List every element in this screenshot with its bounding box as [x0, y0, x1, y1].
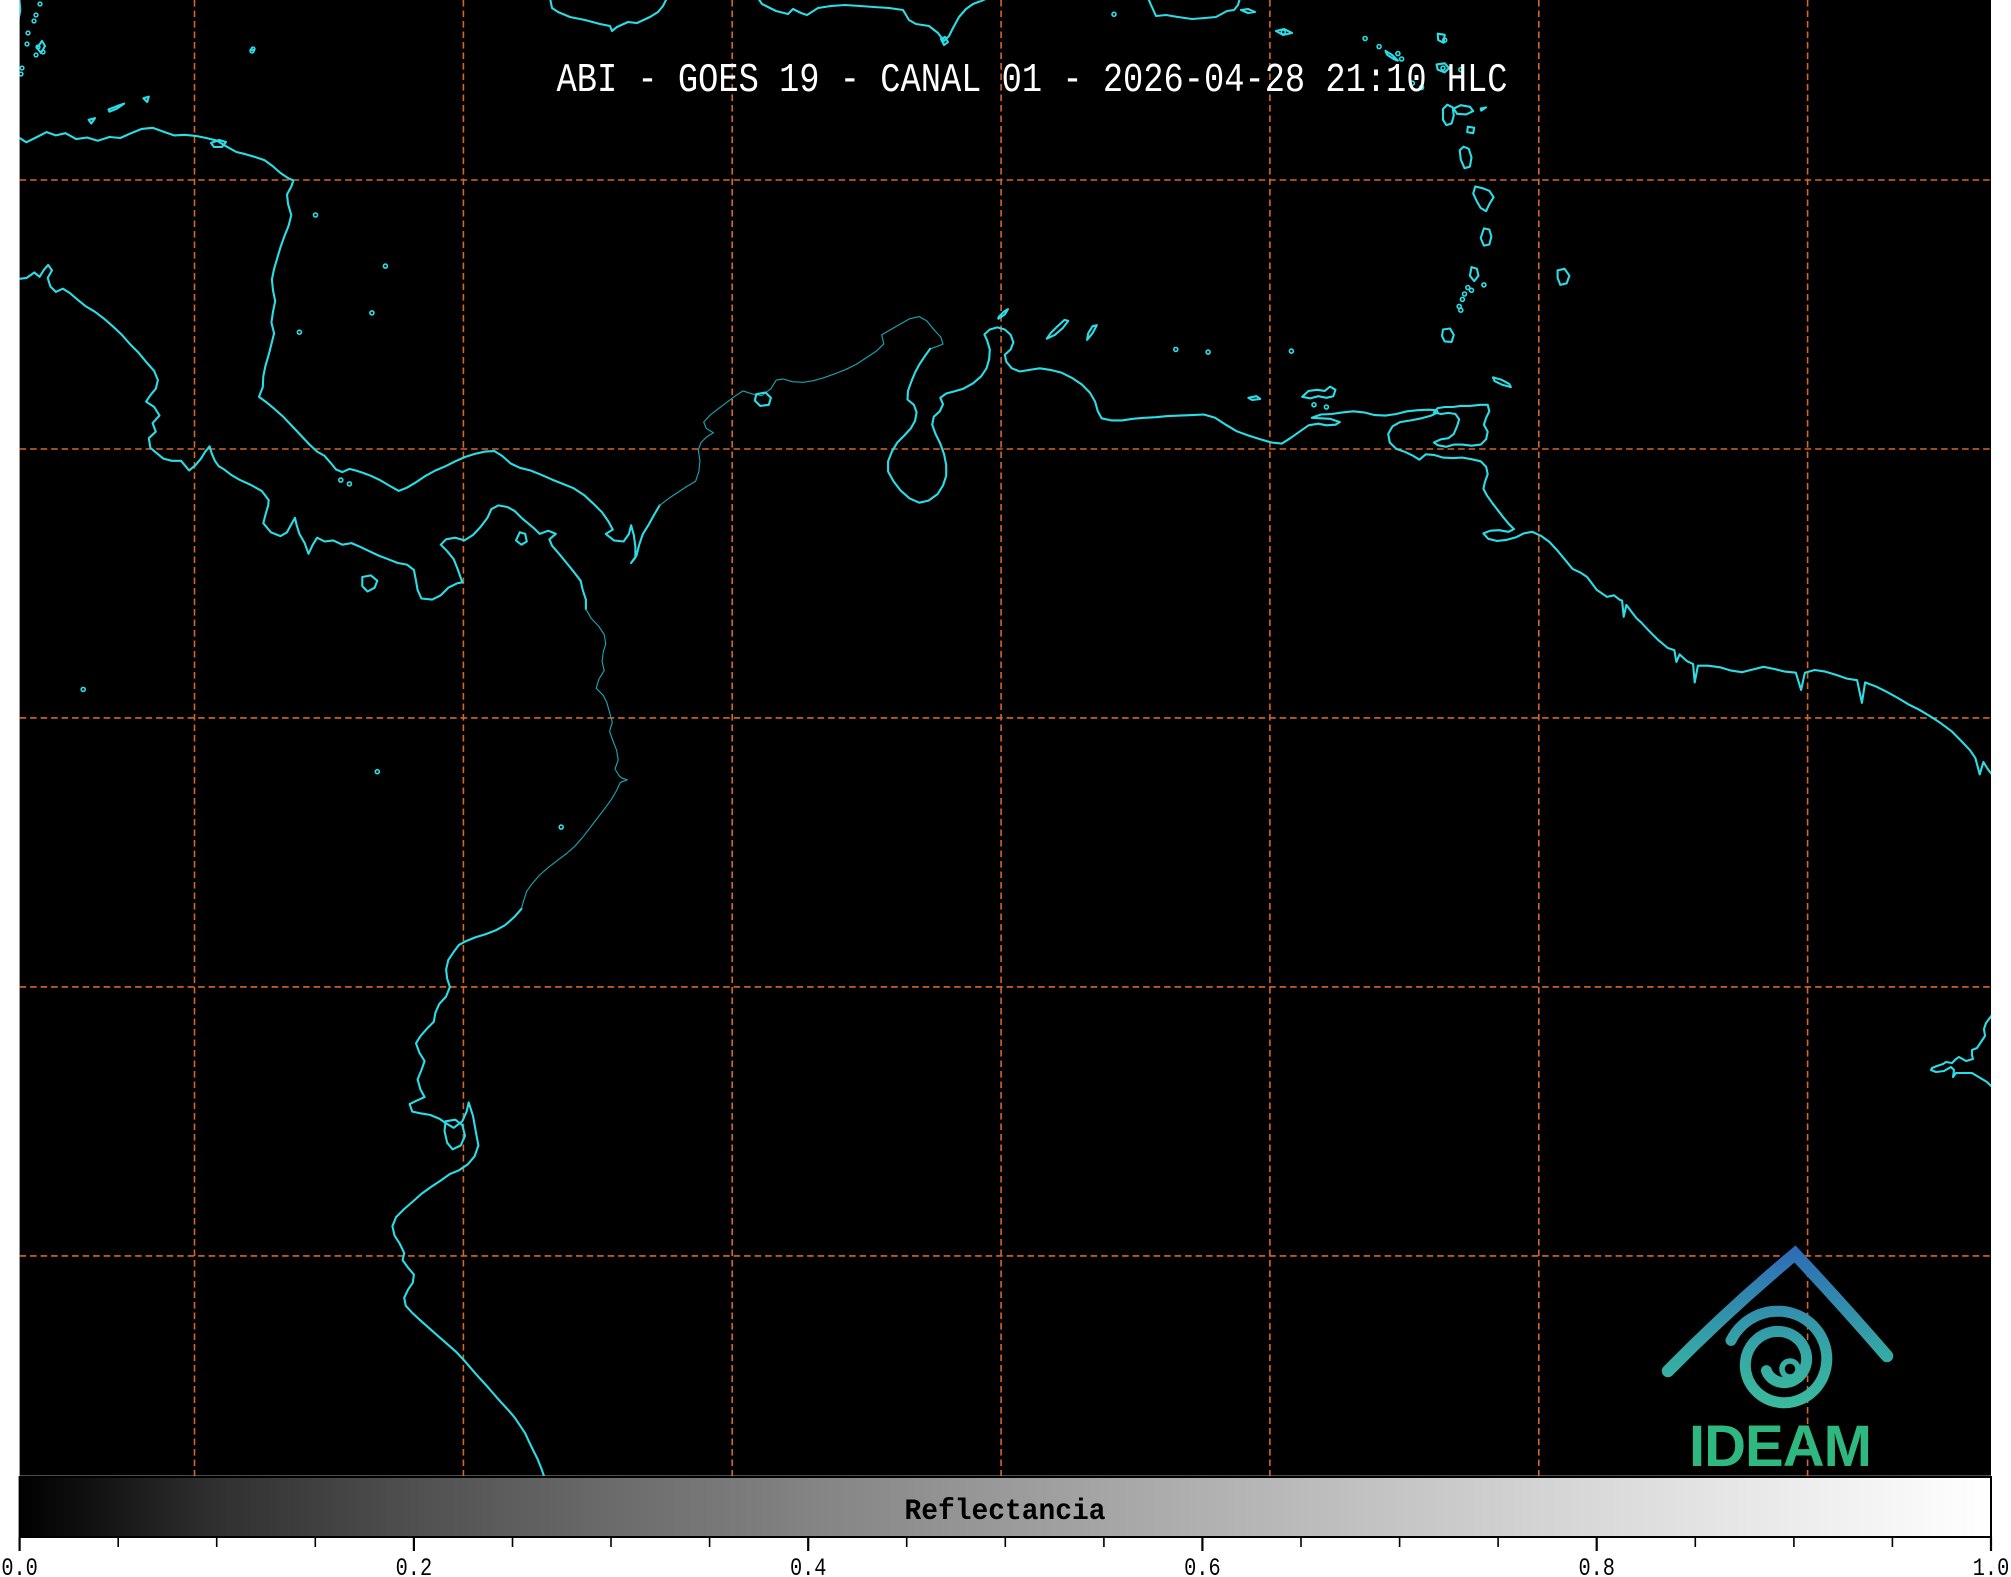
- svg-text:IDEAM: IDEAM: [1689, 1414, 1871, 1479]
- svg-text:0.2: 0.2: [396, 1554, 433, 1577]
- svg-text:0.6: 0.6: [1184, 1554, 1221, 1577]
- svg-text:1.0: 1.0: [1973, 1554, 2010, 1577]
- svg-text:0.0: 0.0: [1, 1554, 38, 1577]
- svg-text:Reflectancia: Reflectancia: [905, 1495, 1106, 1529]
- svg-text:0.8: 0.8: [1578, 1554, 1615, 1577]
- svg-text:ABI - GOES 19 - CANAL 01 - 202: ABI - GOES 19 - CANAL 01 - 2026-04-28 21…: [557, 58, 1508, 104]
- svg-text:0.4: 0.4: [790, 1554, 827, 1577]
